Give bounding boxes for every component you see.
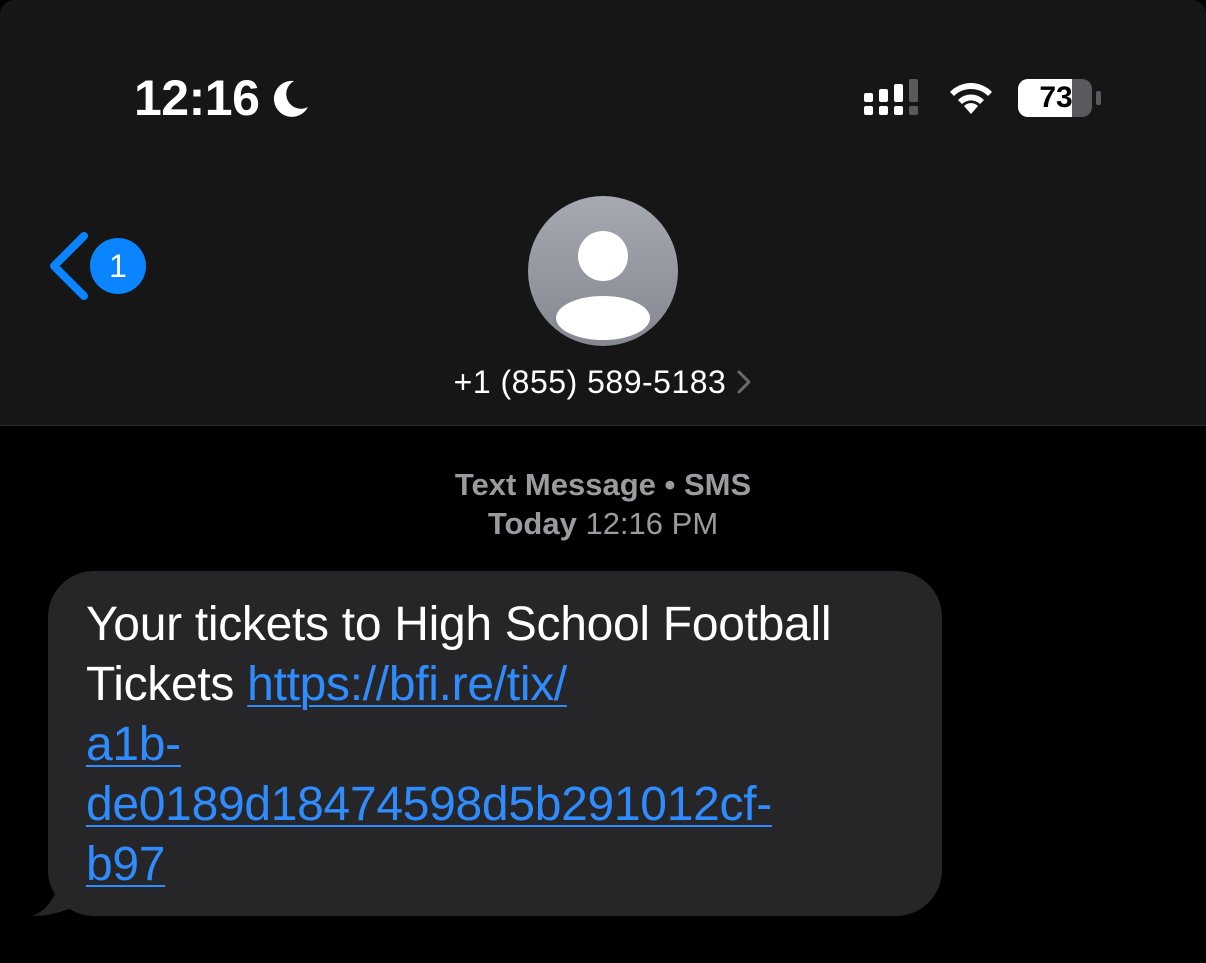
message-text: Your tickets to High School Football Tic…	[86, 595, 904, 895]
unread-badge: 1	[90, 238, 146, 294]
message-link-part1: https://bfi.re/tix/	[247, 658, 567, 711]
message-timestamp: Today 12:16 PM	[0, 504, 1206, 544]
message-type-label: Text Message • SMS	[454, 467, 752, 502]
timestamp-time: 12:16 PM	[585, 506, 719, 541]
message-text-line2: Tickets	[86, 658, 248, 711]
message-text-line1: Your tickets to High School Football	[86, 598, 832, 651]
person-icon	[556, 231, 650, 340]
message-link-part4: b97	[86, 838, 166, 891]
messages-screen: 12:16 73 1 +1 (855) 589-5183 Text Messag…	[0, 0, 1206, 963]
message-link-part2: a1b-	[86, 718, 181, 771]
conversation-header: 12:16 73 1 +1 (855) 589-5183	[0, 0, 1206, 426]
contact-avatar[interactable]	[528, 196, 678, 346]
moon-icon	[273, 80, 308, 117]
contact-details-button[interactable]: +1 (855) 589-5183	[0, 360, 1206, 404]
back-button[interactable]: 1	[46, 232, 156, 300]
incoming-message-bubble[interactable]: Your tickets to High School Football Tic…	[48, 571, 942, 916]
status-time: 12:16	[134, 70, 260, 126]
signal-icon	[864, 79, 918, 115]
chevron-left-icon	[50, 232, 88, 300]
chevron-right-icon	[737, 370, 751, 394]
battery-level: 73	[1039, 81, 1073, 114]
contact-name: +1 (855) 589-5183	[453, 363, 727, 400]
wifi-icon	[950, 83, 992, 114]
timestamp-day: Today	[487, 506, 577, 541]
message-link-part3: de0189d18474598d5b291012cf-	[86, 778, 772, 831]
